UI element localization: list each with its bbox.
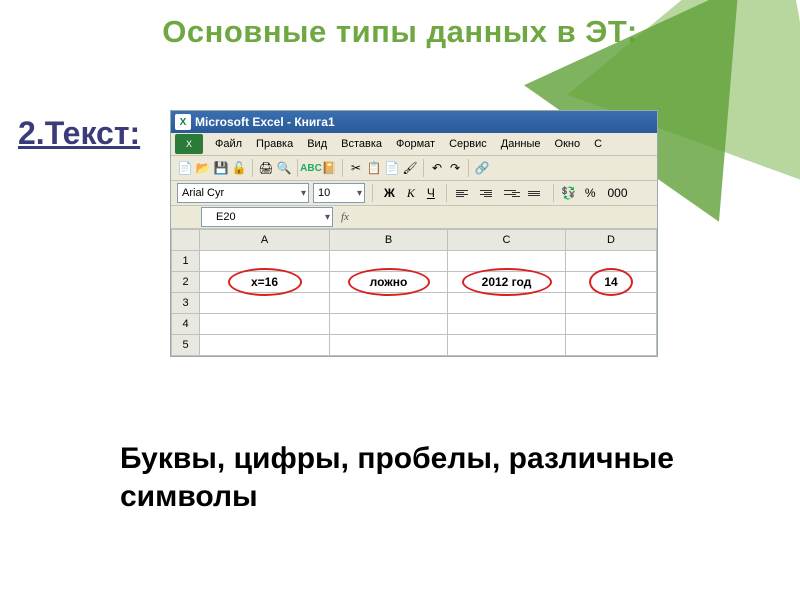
menu-window[interactable]: Окно [549, 136, 587, 152]
cell-A1[interactable] [200, 251, 330, 272]
col-header-B[interactable]: B [330, 230, 448, 251]
align-center-icon[interactable] [478, 190, 498, 197]
menu-data[interactable]: Данные [495, 136, 547, 152]
toolbar-separator [297, 159, 298, 177]
col-header-D[interactable]: D [566, 230, 657, 251]
cell-C3[interactable] [448, 293, 566, 314]
merge-center-icon[interactable] [526, 191, 546, 196]
subsection-label: 2.Текст: [18, 115, 168, 152]
cell-B4[interactable] [330, 314, 448, 335]
menu-insert[interactable]: Вставка [335, 136, 388, 152]
permission-icon[interactable]: 🔓 [231, 160, 247, 176]
cell-B2[interactable]: ложно [330, 272, 448, 293]
preview-icon[interactable]: 🔍 [276, 160, 292, 176]
print-icon[interactable]: 🖨 [258, 160, 274, 176]
window-title-text: Microsoft Excel - Книга1 [195, 115, 335, 129]
save-icon[interactable]: 💾 [213, 160, 229, 176]
menu-edit[interactable]: Правка [250, 136, 299, 152]
spellcheck-icon[interactable]: ABC [303, 160, 319, 176]
select-all-corner[interactable] [172, 230, 200, 251]
menu-help-partial[interactable]: С [588, 136, 608, 152]
excel-screenshot: X Microsoft Excel - Книга1 X Файл Правка… [170, 110, 658, 357]
redo-icon[interactable]: ↷ [447, 160, 463, 176]
excel-app-icon: X [175, 114, 191, 130]
font-name-select[interactable]: Arial Cyr [177, 183, 309, 203]
excel-doc-icon: X [175, 134, 203, 154]
cell-D3[interactable] [566, 293, 657, 314]
align-left-icon[interactable] [454, 190, 474, 197]
standard-toolbar: 📄 📂 💾 🔓 🖨 🔍 ABC 📔 ✂ 📋 📄 🖌 ↶ ↷ 🔗 [171, 156, 657, 181]
cell-C5[interactable] [448, 335, 566, 356]
percent-button[interactable]: % [581, 186, 600, 200]
cell-A2[interactable]: x=16 [200, 272, 330, 293]
row-header-5[interactable]: 5 [172, 335, 200, 356]
cell-B5[interactable] [330, 335, 448, 356]
italic-button[interactable]: К [403, 186, 419, 201]
cut-icon[interactable]: ✂ [348, 160, 364, 176]
slide-caption: Буквы, цифры, пробелы, различные символы [120, 440, 680, 515]
font-size-select[interactable]: 10 [313, 183, 365, 203]
menu-bar: X Файл Правка Вид Вставка Формат Сервис … [171, 133, 657, 156]
toolbar-separator [553, 184, 554, 202]
cell-C1[interactable] [448, 251, 566, 272]
toolbar-separator [342, 159, 343, 177]
formatting-toolbar: Arial Cyr 10 Ж К Ч 💱 % 000 [171, 181, 657, 206]
hyperlink-icon[interactable]: 🔗 [474, 160, 490, 176]
cell-A3[interactable] [200, 293, 330, 314]
cell-A4[interactable] [200, 314, 330, 335]
fx-icon[interactable]: fx [341, 211, 349, 223]
window-titlebar: X Microsoft Excel - Книга1 [171, 111, 657, 133]
toolbar-separator [446, 184, 447, 202]
cell-C2[interactable]: 2012 год [448, 272, 566, 293]
row-header-4[interactable]: 4 [172, 314, 200, 335]
toolbar-separator [423, 159, 424, 177]
menu-view[interactable]: Вид [301, 136, 333, 152]
comma-style-button[interactable]: 000 [604, 186, 632, 200]
cell-A5[interactable] [200, 335, 330, 356]
col-header-C[interactable]: C [448, 230, 566, 251]
menu-file[interactable]: Файл [209, 136, 248, 152]
cell-B1[interactable] [330, 251, 448, 272]
cell-C4[interactable] [448, 314, 566, 335]
row-header-1[interactable]: 1 [172, 251, 200, 272]
toolbar-separator [252, 159, 253, 177]
paste-icon[interactable]: 📄 [384, 160, 400, 176]
cell-D4[interactable] [566, 314, 657, 335]
format-painter-icon[interactable]: 🖌 [402, 160, 418, 176]
toolbar-separator [372, 184, 373, 202]
row-header-2[interactable]: 2 [172, 272, 200, 293]
col-header-A[interactable]: A [200, 230, 330, 251]
menu-tools[interactable]: Сервис [443, 136, 493, 152]
currency-icon[interactable]: 💱 [561, 185, 577, 201]
underline-button[interactable]: Ч [423, 186, 439, 200]
open-icon[interactable]: 📂 [195, 160, 211, 176]
menu-format[interactable]: Формат [390, 136, 441, 152]
undo-icon[interactable]: ↶ [429, 160, 445, 176]
copy-icon[interactable]: 📋 [366, 160, 382, 176]
cell-D1[interactable] [566, 251, 657, 272]
row-header-3[interactable]: 3 [172, 293, 200, 314]
cell-B3[interactable] [330, 293, 448, 314]
bold-button[interactable]: Ж [380, 186, 399, 200]
formula-bar-row: E20 fx [171, 206, 657, 229]
new-icon[interactable]: 📄 [177, 160, 193, 176]
toolbar-separator [468, 159, 469, 177]
spreadsheet-grid[interactable]: A B C D 1 2 x=16 ложно 2012 год 14 3 [171, 229, 657, 356]
cell-D5[interactable] [566, 335, 657, 356]
research-icon[interactable]: 📔 [321, 160, 337, 176]
cell-D2[interactable]: 14 [566, 272, 657, 293]
align-right-icon[interactable] [502, 190, 522, 197]
name-box[interactable]: E20 [201, 207, 333, 227]
